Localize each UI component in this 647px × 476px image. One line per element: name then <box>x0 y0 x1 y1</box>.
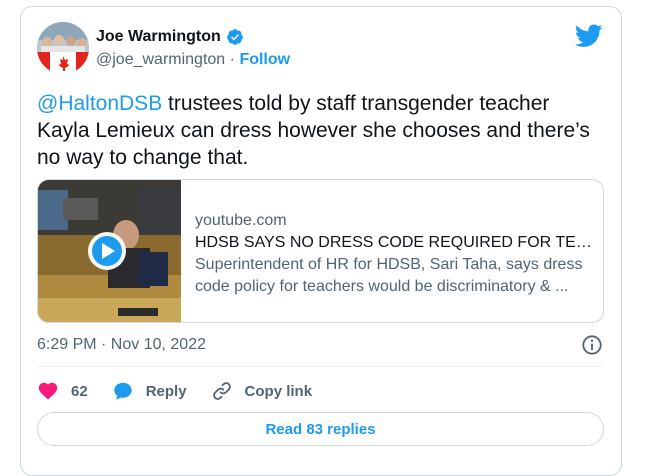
handle-separator: · <box>229 51 235 68</box>
link-preview-body: youtube.com HDSB SAYS NO DRESS CODE REQU… <box>195 210 593 298</box>
action-bar: 62 Reply Copy link <box>37 377 336 405</box>
tweet-timestamp[interactable]: 6:29 PM · Nov 10, 2022 <box>37 336 206 354</box>
reply-bubble-icon <box>113 382 132 400</box>
info-icon[interactable] <box>581 334 603 356</box>
avatar[interactable] <box>37 22 89 74</box>
link-preview-card[interactable]: youtube.com HDSB SAYS NO DRESS CODE REQU… <box>37 179 604 323</box>
reply-button[interactable]: Reply <box>112 380 187 402</box>
heart-icon <box>38 382 58 400</box>
like-count: 62 <box>71 382 88 400</box>
tweet-text: @HaltonDSB trustees told by staff transg… <box>37 90 607 171</box>
author-name[interactable]: Joe Warmington <box>96 28 244 46</box>
read-replies-label: Read 83 replies <box>265 420 376 438</box>
verified-badge-icon <box>226 29 243 45</box>
link-domain: youtube.com <box>195 212 287 229</box>
like-button[interactable]: 62 <box>37 380 88 402</box>
handle-row: @joe_warmington · Follow <box>96 51 290 69</box>
copy-link-label: Copy link <box>244 382 313 400</box>
read-replies-button[interactable]: Read 83 replies <box>37 412 604 446</box>
copy-link-button[interactable]: Copy link <box>211 380 313 402</box>
divider <box>37 366 604 367</box>
follow-button[interactable]: Follow <box>239 51 290 68</box>
reply-label: Reply <box>145 382 187 400</box>
tweet-card: Joe Warmington @joe_warmington · Follow … <box>20 6 622 476</box>
twitter-bird-icon[interactable] <box>575 24 603 48</box>
link-description: Superintendent of HR for HDSB, Sari Taha… <box>195 256 583 295</box>
author-name-text[interactable]: Joe Warmington <box>96 28 221 46</box>
video-thumbnail[interactable] <box>38 180 181 322</box>
mention-link[interactable]: @HaltonDSB <box>37 92 162 115</box>
link-icon <box>212 382 231 400</box>
link-title[interactable]: HDSB SAYS NO DRESS CODE REQUIRED FOR TEA… <box>195 232 593 254</box>
author-handle[interactable]: @joe_warmington <box>96 51 225 68</box>
